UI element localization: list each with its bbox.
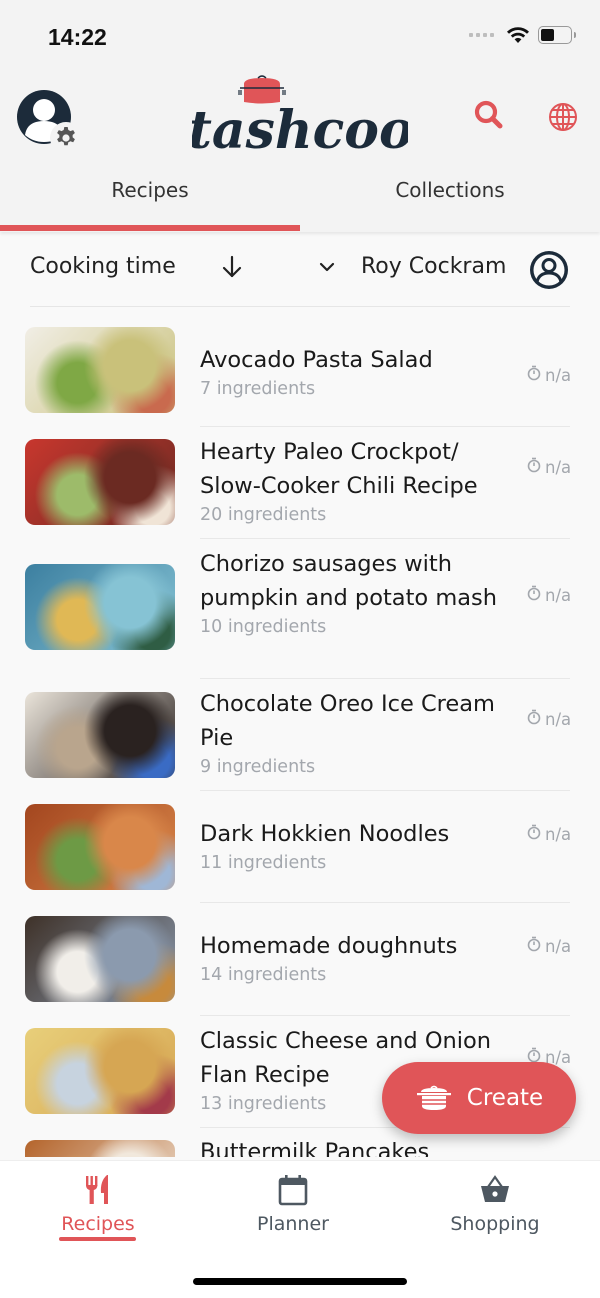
nav-planner[interactable]: Planner (193, 1173, 393, 1235)
recipe-time: n/a (527, 585, 571, 605)
calendar-icon (278, 1175, 308, 1206)
recipe-time-value: n/a (545, 936, 572, 956)
search-icon (474, 100, 503, 129)
recipe-time: n/a (527, 936, 571, 956)
logo-text: Stashcook (192, 100, 408, 158)
create-label: Create (466, 1085, 544, 1111)
active-nav-indicator (59, 1237, 136, 1241)
row-divider (200, 902, 570, 903)
status-indicators (469, 26, 576, 44)
gear-icon (57, 127, 75, 146)
recipe-time-value: n/a (545, 824, 572, 844)
recipe-ingredient-count: 20 ingredients (200, 505, 327, 525)
recipe-thumbnail (25, 804, 175, 890)
recipe-list[interactable]: Avocado Pasta Salad 7 ingredients n/a Hea… (0, 307, 600, 1157)
user-avatar-icon[interactable] (528, 249, 570, 291)
stopwatch-icon (527, 824, 541, 844)
pot-icon (416, 1085, 451, 1110)
recipe-ingredient-count: 9 ingredients (200, 757, 316, 777)
status-time: 14:22 (48, 24, 107, 50)
recipe-ingredient-count: 14 ingredients (200, 965, 327, 985)
row-divider (200, 426, 570, 427)
recipe-time: n/a (527, 824, 571, 844)
row-divider (200, 538, 570, 539)
recipe-time: n/a (527, 457, 571, 477)
row-divider (200, 1015, 570, 1016)
recipe-title: Chorizo sausages with pumpkin and potato… (200, 551, 498, 611)
logo-pot-icon: Stashcook (150, 75, 450, 161)
user-filter-select[interactable]: Roy Cockram (361, 254, 506, 279)
row-divider (200, 790, 570, 791)
recipe-title: Chocolate Oreo Ice Cream Pie (200, 691, 495, 751)
recipe-time-value: n/a (545, 457, 572, 477)
battery-icon (538, 26, 576, 44)
recipe-time: n/a (527, 365, 571, 385)
nav-recipes[interactable]: Recipes (0, 1173, 198, 1235)
recipe-thumbnail (25, 564, 175, 650)
wifi-icon (507, 27, 529, 43)
sort-field-select[interactable]: Cooking time (30, 254, 176, 279)
recipe-title: Homemade doughnuts (200, 933, 458, 959)
nav-recipes-label: Recipes (61, 1213, 135, 1235)
nav-planner-label: Planner (257, 1213, 329, 1235)
tab-collections[interactable]: Collections (300, 178, 600, 202)
recipe-time: n/a (527, 709, 571, 729)
recipe-thumbnail (25, 1028, 175, 1114)
active-tab-indicator (0, 225, 300, 231)
stopwatch-icon (527, 936, 541, 956)
recipe-title: Dark Hokkien Noodles (200, 821, 450, 847)
nav-shopping[interactable]: Shopping (395, 1173, 595, 1235)
recipe-ingredient-count: 10 ingredients (200, 617, 327, 637)
chevron-down-icon[interactable] (318, 260, 336, 274)
recipe-title: Avocado Pasta Salad (200, 347, 433, 373)
stopwatch-icon (527, 585, 541, 605)
recipe-time-value: n/a (545, 365, 572, 385)
stopwatch-icon (527, 709, 541, 729)
language-button[interactable] (546, 100, 580, 134)
recipe-time-value: n/a (545, 585, 572, 605)
recipe-ingredient-count: 7 ingredients (200, 379, 316, 399)
settings-badge[interactable] (50, 122, 82, 154)
recipe-thumbnail (25, 327, 175, 413)
cellular-signal-icon (469, 33, 494, 37)
stopwatch-icon (527, 365, 541, 385)
recipe-time-value: n/a (545, 709, 572, 729)
basket-icon (481, 1175, 509, 1202)
recipe-title: Buttermilk Pancakes (200, 1139, 430, 1157)
stopwatch-icon (527, 457, 541, 477)
stashcook-logo: Stashcook (150, 72, 450, 161)
search-button[interactable] (472, 98, 506, 132)
recipe-thumbnail (25, 1140, 175, 1157)
fork-knife-icon (86, 1175, 108, 1204)
row-divider (200, 678, 570, 679)
recipe-thumbnail (25, 692, 175, 778)
home-indicator[interactable] (193, 1278, 407, 1285)
recipe-ingredient-count: 11 ingredients (200, 853, 327, 873)
create-recipe-button[interactable]: Create (382, 1062, 576, 1134)
recipe-thumbnail (25, 916, 175, 1002)
recipe-thumbnail (25, 439, 175, 525)
filter-bar: Cooking time Roy Cockram (30, 246, 570, 292)
recipe-title: Hearty Paleo Crockpot/ Slow-Cooker Chili… (200, 439, 478, 499)
tab-recipes[interactable]: Recipes (0, 178, 300, 202)
globe-icon (549, 103, 577, 131)
sort-direction-arrow-icon[interactable] (220, 254, 244, 280)
nav-shopping-label: Shopping (450, 1213, 540, 1235)
